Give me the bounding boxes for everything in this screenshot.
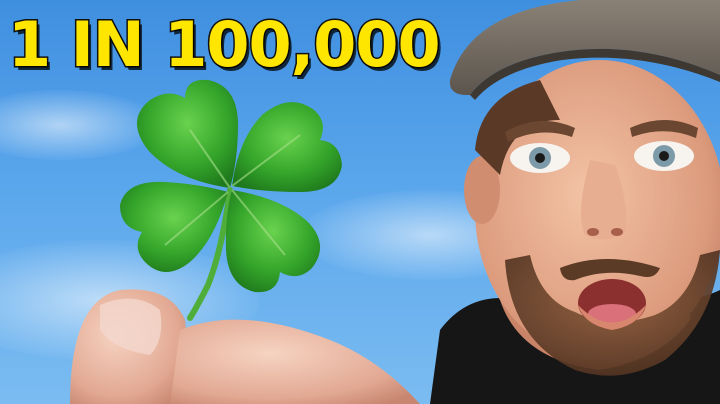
fingers-holding-clover bbox=[70, 289, 420, 404]
clover-leaf bbox=[136, 79, 238, 188]
nostril bbox=[587, 228, 599, 236]
index-finger bbox=[170, 319, 420, 404]
four-leaf-clover bbox=[120, 79, 342, 321]
nostril bbox=[611, 228, 623, 236]
reacting-person bbox=[430, 0, 720, 404]
pupil-right bbox=[659, 151, 669, 161]
headline: 1 IN 100,000 bbox=[7, 7, 443, 83]
clover-leaf bbox=[232, 102, 342, 192]
pupil-left bbox=[535, 153, 545, 163]
clover-leaf bbox=[120, 181, 228, 272]
video-thumbnail: 1 IN 100,000 bbox=[0, 0, 720, 404]
